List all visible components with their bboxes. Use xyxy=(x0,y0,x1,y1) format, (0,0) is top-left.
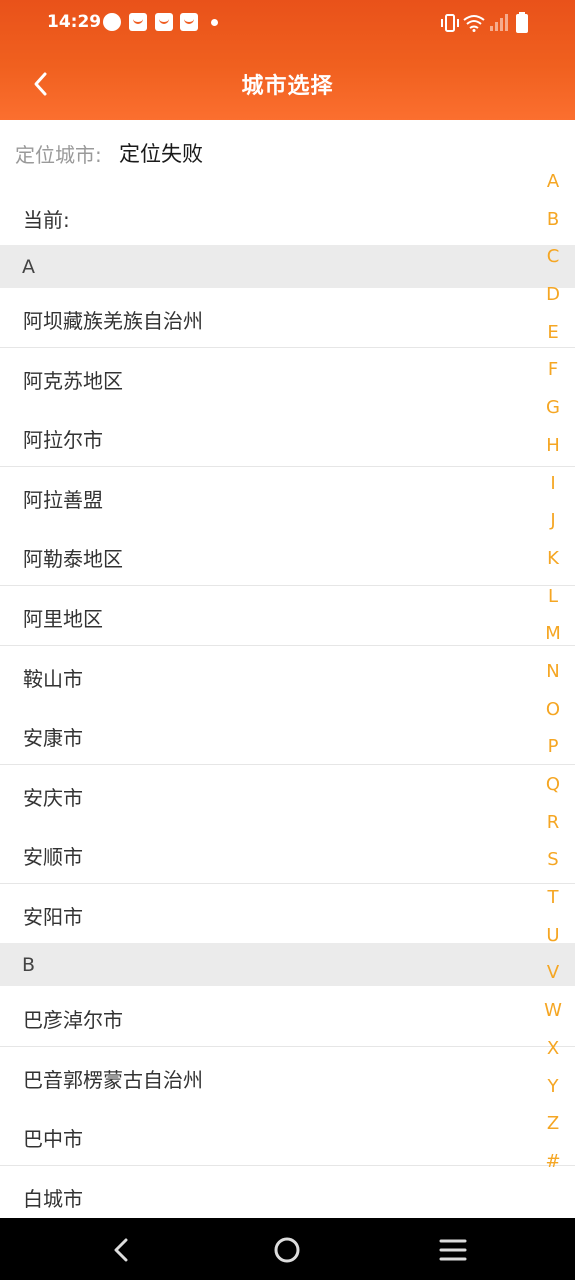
nav-menu-button[interactable] xyxy=(433,1230,473,1270)
battery-icon xyxy=(516,12,528,33)
section-header-a: A xyxy=(0,245,575,288)
city-name: 阿勒泰地区 xyxy=(23,547,123,571)
city-item[interactable]: 阿拉善盟 xyxy=(0,467,575,527)
speedometer-icon xyxy=(103,13,121,31)
index-letter-t[interactable]: T xyxy=(538,884,568,922)
status-time: 14:29 xyxy=(47,12,102,32)
city-item[interactable]: 阿坝藏族羌族自治州 xyxy=(0,288,575,348)
index-letter-i[interactable]: I xyxy=(538,470,568,508)
index-letter-q[interactable]: Q xyxy=(538,771,568,809)
city-name: 安庆市 xyxy=(23,786,83,810)
index-letter-v[interactable]: V xyxy=(538,959,568,997)
index-letter-n[interactable]: N xyxy=(538,658,568,696)
city-item[interactable]: 巴音郭楞蒙古自治州 xyxy=(0,1047,575,1107)
city-name: 安康市 xyxy=(23,726,83,750)
city-name: 阿拉尔市 xyxy=(23,428,103,452)
system-nav-bar xyxy=(0,1218,575,1280)
city-item[interactable]: 阿里地区 xyxy=(0,586,575,646)
signal-icon xyxy=(490,14,508,31)
index-letter-e[interactable]: E xyxy=(538,319,568,357)
index-letter-hash[interactable]: # xyxy=(538,1148,568,1186)
city-item[interactable]: 阿勒泰地区 xyxy=(0,526,575,586)
city-item[interactable]: 阿拉尔市 xyxy=(0,407,575,467)
menu-icon xyxy=(439,1239,467,1261)
section-letter: A xyxy=(22,256,35,278)
location-row: 定位城市: 定位失败 xyxy=(0,120,575,184)
nav-home-button[interactable] xyxy=(267,1230,307,1270)
location-value[interactable]: 定位失败 xyxy=(119,138,203,168)
city-name: 巴彦淖尔市 xyxy=(23,1008,123,1032)
status-bar: 14:29 xyxy=(0,0,575,48)
nav-back-button[interactable] xyxy=(102,1230,142,1270)
city-item[interactable]: 阿克苏地区 xyxy=(0,348,575,408)
city-item[interactable]: 巴中市 xyxy=(0,1106,575,1166)
city-name: 鞍山市 xyxy=(23,667,83,691)
city-name: 安顺市 xyxy=(23,845,83,869)
city-name: 巴中市 xyxy=(23,1127,83,1151)
index-letter-w[interactable]: W xyxy=(538,997,568,1035)
index-letter-u[interactable]: U xyxy=(538,922,568,960)
section-letter: B xyxy=(22,954,36,976)
index-letter-k[interactable]: K xyxy=(538,545,568,583)
city-item[interactable]: 白城市 xyxy=(0,1166,575,1226)
shopping-bag-icon xyxy=(180,13,198,31)
index-letter-b[interactable]: B xyxy=(538,206,568,244)
section-header-b: B xyxy=(0,943,575,986)
index-letter-p[interactable]: P xyxy=(538,733,568,771)
dot-icon xyxy=(211,19,218,26)
index-letter-r[interactable]: R xyxy=(538,809,568,847)
page-title: 城市选择 xyxy=(241,74,334,99)
index-letter-c[interactable]: C xyxy=(538,243,568,281)
index-letter-j[interactable]: J xyxy=(538,507,568,545)
city-name: 安阳市 xyxy=(23,905,83,929)
index-letter-m[interactable]: M xyxy=(538,620,568,658)
wifi-icon xyxy=(463,15,485,32)
index-letter-a[interactable]: A xyxy=(538,168,568,206)
current-city-row: 当前: xyxy=(0,184,575,244)
city-name: 巴音郭楞蒙古自治州 xyxy=(23,1068,203,1092)
back-icon xyxy=(114,1238,128,1262)
index-letter-o[interactable]: O xyxy=(538,696,568,734)
city-item[interactable]: 安康市 xyxy=(0,705,575,765)
index-letter-s[interactable]: S xyxy=(538,846,568,884)
vibrate-icon xyxy=(441,14,459,32)
city-item[interactable]: 鞍山市 xyxy=(0,646,575,706)
app-header: 14:29 城市选择 xyxy=(0,0,575,120)
index-letter-y[interactable]: Y xyxy=(538,1073,568,1111)
index-letter-d[interactable]: D xyxy=(538,281,568,319)
city-item[interactable]: 巴彦淖尔市 xyxy=(0,987,575,1047)
city-name: 阿拉善盟 xyxy=(23,488,103,512)
city-name: 阿坝藏族羌族自治州 xyxy=(23,309,203,333)
city-name: 白城市 xyxy=(23,1187,83,1211)
location-label: 定位城市: xyxy=(15,143,102,167)
home-icon xyxy=(274,1237,300,1263)
index-letter-h[interactable]: H xyxy=(538,432,568,470)
index-letter-f[interactable]: F xyxy=(538,356,568,394)
index-letter-z[interactable]: Z xyxy=(538,1110,568,1148)
current-city-label: 当前: xyxy=(23,208,70,232)
alphabet-index[interactable]: A B C D E F G H I J K L M N O P Q R S T … xyxy=(538,168,568,1186)
index-letter-x[interactable]: X xyxy=(538,1035,568,1073)
index-letter-l[interactable]: L xyxy=(538,583,568,621)
city-name: 阿里地区 xyxy=(23,607,103,631)
shopping-bag-icon xyxy=(129,13,147,31)
city-item[interactable]: 安庆市 xyxy=(0,765,575,825)
index-letter-g[interactable]: G xyxy=(538,394,568,432)
city-item[interactable]: 安阳市 xyxy=(0,884,575,944)
city-item[interactable]: 安顺市 xyxy=(0,824,575,884)
city-name: 阿克苏地区 xyxy=(23,369,123,393)
shopping-bag-icon xyxy=(155,13,173,31)
